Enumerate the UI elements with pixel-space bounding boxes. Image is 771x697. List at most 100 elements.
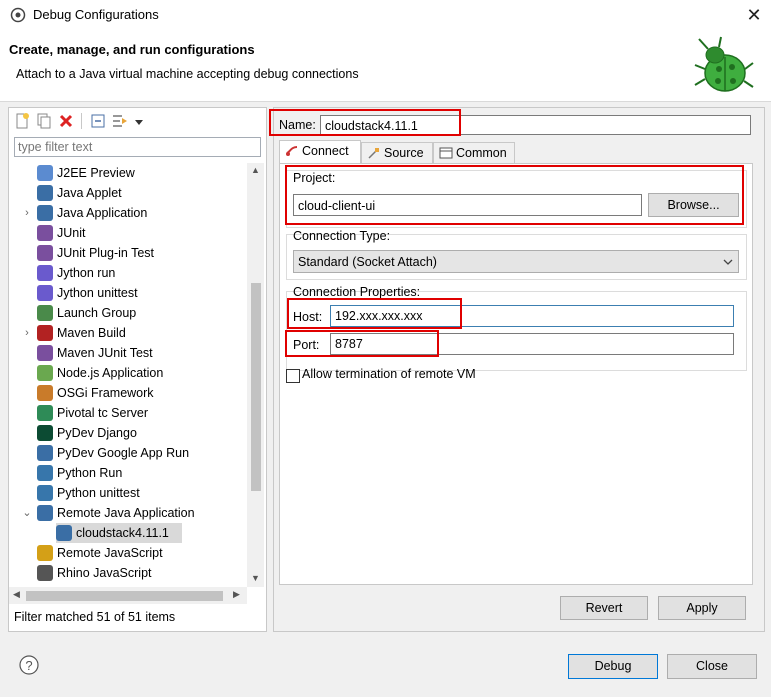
allow-termination-checkbox[interactable]	[286, 369, 300, 383]
tab-source[interactable]: Source	[361, 142, 433, 163]
tree-item-label: Java Application	[57, 206, 148, 220]
tree-item-label: Remote JavaScript	[57, 546, 163, 560]
apply-button[interactable]: Apply	[658, 596, 746, 620]
header-banner: Create, manage, and run configurations A…	[0, 31, 771, 102]
osgi-icon	[37, 385, 53, 401]
new-configuration-icon[interactable]	[13, 112, 31, 130]
java-application-icon	[37, 205, 53, 221]
port-input[interactable]: 8787	[330, 333, 734, 355]
configuration-list-panel: type filter text J2EE Preview Java Applet…	[8, 107, 267, 632]
j2ee-icon	[37, 165, 53, 181]
jython-run-icon	[37, 265, 53, 281]
python-run-icon	[37, 465, 53, 481]
filter-configurations-icon[interactable]	[111, 112, 129, 130]
tree-item-label: Maven JUnit Test	[57, 346, 153, 360]
scroll-up-icon[interactable]: ▲	[251, 165, 260, 175]
chevron-down-icon	[723, 259, 733, 265]
launch-group-icon	[37, 305, 53, 321]
remote-java-icon	[37, 505, 53, 521]
tab-common[interactable]: Common	[433, 142, 515, 163]
connection-type-select[interactable]: Standard (Socket Attach)	[293, 250, 739, 273]
tree-item-label: Python unittest	[57, 486, 140, 500]
horizontal-scroll-thumb[interactable]	[26, 591, 223, 601]
tree-item-label: Jython run	[57, 266, 116, 280]
project-label: Project:	[293, 171, 336, 185]
jython-unittest-icon	[37, 285, 53, 301]
host-label: Host:	[293, 310, 323, 324]
filter-status-text: Filter matched 51 of 51 items	[14, 610, 176, 624]
filter-input[interactable]: type filter text	[14, 137, 261, 157]
tree-item-label: Launch Group	[57, 306, 137, 320]
common-icon	[439, 147, 453, 159]
tree-item-label: PyDev Google App Run	[57, 446, 190, 460]
tree-item-label: Jython unittest	[57, 286, 138, 300]
project-input[interactable]: cloud-client-ui	[293, 194, 642, 216]
connect-tab-body: Project: cloud-client-ui Browse... Conne…	[279, 163, 753, 585]
collapse-all-icon[interactable]	[89, 112, 107, 130]
tree-item-label: Maven Build	[57, 326, 126, 340]
configuration-tree: J2EE Preview Java Applet › Java Application…	[9, 163, 247, 587]
close-button[interactable]: Close	[667, 654, 757, 679]
maven-build-icon	[37, 325, 53, 341]
host-input[interactable]: 192.xxx.xxx.xxx	[330, 305, 734, 327]
tree-vertical-scrollbar[interactable]: ▲ ▼	[247, 163, 264, 587]
nodejs-icon	[37, 365, 53, 381]
delete-configuration-icon[interactable]	[57, 112, 75, 130]
tree-item-label: JUnit Plug-in Test	[57, 246, 155, 260]
tree-item[interactable]: cloudstack4.11.1	[56, 523, 182, 543]
tree-item-label: Node.js Application	[57, 366, 164, 380]
configuration-editor-panel: Name: cloudstack4.11.1 Connect Source Co…	[273, 107, 765, 632]
connection-properties-group	[286, 291, 747, 371]
expand-chevron-icon[interactable]: ›	[21, 323, 33, 343]
revert-button[interactable]: Revert	[560, 596, 648, 620]
tree-item-label: PyDev Django	[57, 426, 137, 440]
maven-junit-icon	[37, 345, 53, 361]
pivotal-icon	[37, 405, 53, 421]
scroll-down-icon[interactable]: ▼	[251, 573, 260, 583]
connect-icon	[286, 146, 298, 156]
tree-item-label: Remote Java Application	[57, 506, 195, 520]
browse-button[interactable]: Browse...	[648, 193, 739, 217]
help-icon[interactable]: ?	[19, 655, 39, 675]
tree-item-label: J2EE Preview	[57, 166, 135, 180]
launch-config-icon	[56, 525, 72, 541]
window-title: Debug Configurations	[33, 7, 159, 22]
window-close-button[interactable]: ✕	[741, 2, 767, 28]
tree-item-label: Pivotal tc Server	[57, 406, 149, 420]
python-unittest-icon	[37, 485, 53, 501]
title-bar: Debug Configurations ✕	[0, 0, 771, 31]
tree-item-label: Java Applet	[57, 186, 122, 200]
name-label: Name:	[279, 118, 316, 132]
tree-horizontal-scrollbar[interactable]: ◀ ▶	[9, 587, 247, 604]
rhino-icon	[37, 565, 53, 581]
tree-item-label: OSGi Framework	[57, 386, 154, 400]
connection-properties-label: Connection Properties:	[293, 285, 421, 299]
connection-type-label: Connection Type:	[293, 229, 391, 243]
remote-javascript-icon	[37, 545, 53, 561]
pydev-google-icon	[37, 445, 53, 461]
pydev-django-icon	[37, 425, 53, 441]
collapse-chevron-icon[interactable]: ⌄	[21, 503, 33, 523]
tree-item-label: JUnit	[57, 226, 86, 240]
duplicate-configuration-icon[interactable]	[35, 112, 53, 130]
expand-chevron-icon[interactable]: ›	[21, 203, 33, 223]
name-input[interactable]: cloudstack4.11.1	[320, 115, 751, 135]
tab-connect[interactable]: Connect	[279, 140, 361, 164]
eclipse-app-icon	[10, 7, 26, 23]
vertical-scroll-thumb[interactable]	[251, 283, 261, 491]
view-menu-chevron-down-icon[interactable]	[133, 112, 145, 130]
svg-text:?: ?	[25, 658, 32, 673]
junit-plugin-icon	[37, 245, 53, 261]
java-applet-icon	[37, 185, 53, 201]
banner-heading: Create, manage, and run configurations	[9, 42, 255, 57]
source-icon	[368, 148, 379, 159]
port-label: Port:	[293, 338, 320, 352]
banner-subheading: Attach to a Java virtual machine accepti…	[16, 67, 359, 81]
debug-button[interactable]: Debug	[568, 654, 658, 679]
connection-type-value: Standard (Socket Attach)	[298, 255, 437, 269]
scroll-left-icon[interactable]: ◀	[13, 589, 20, 600]
junit-icon	[37, 225, 53, 241]
tree-item-label: Rhino JavaScript	[57, 566, 152, 580]
scroll-right-icon[interactable]: ▶	[233, 589, 240, 600]
allow-termination-label: Allow termination of remote VM	[302, 367, 476, 381]
